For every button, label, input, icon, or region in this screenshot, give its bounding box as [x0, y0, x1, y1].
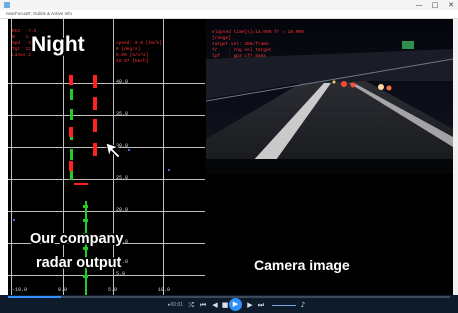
grid-line [8, 83, 205, 84]
radar-target-mark [74, 183, 88, 185]
window-title: nearFocusR: Oulink & Active Info [6, 11, 73, 16]
camera-label: Camera image [254, 257, 350, 273]
x-tick-label: -10.0 [12, 287, 28, 293]
radar-target-mark [93, 97, 97, 110]
y-tick-label: 40.0 [116, 79, 129, 85]
y-tick-label: 35.0 [116, 111, 129, 117]
maximize-button[interactable]: □ [428, 0, 442, 10]
grid-line [8, 211, 205, 212]
radar-target-mark [69, 161, 73, 171]
minimize-button[interactable]: — [412, 0, 426, 10]
radar-target-mark [93, 143, 97, 156]
ego-track-tick [83, 275, 88, 278]
vertical-scrollbar[interactable] [453, 19, 458, 295]
ego-track-tick [83, 247, 88, 250]
camera-view: elapsed time[s]=14.000 fr = 18.000 [rang… [206, 19, 453, 174]
lane-marker [70, 149, 73, 160]
radar-target-mark [93, 119, 97, 132]
grid-line [8, 115, 205, 116]
close-button[interactable]: ✕ [444, 0, 458, 10]
x-tick-label: 0.0 [58, 287, 68, 293]
night-label: Night [31, 33, 85, 56]
radar-target-mark [69, 127, 73, 137]
grid-line [11, 19, 12, 295]
lane-marker [70, 109, 73, 120]
media-player-controls: ▸00:01 ⤮ ⏮ ◀ ■ ▶ ▶ ⏭ ♪ [0, 295, 458, 313]
seek-bar-fill [8, 296, 62, 298]
grid-line [8, 275, 205, 276]
window-menubar: nearFocusR: Oulink & Active Info [0, 10, 458, 19]
radar-target-mark [69, 75, 73, 85]
forward-icon[interactable]: ▶ [245, 300, 255, 310]
radar-point [128, 149, 130, 151]
radar-info-text-right: speed: 0.0 [km/h] 0 [deg/s] 0.00 [m/s^2]… [116, 41, 162, 64]
radar-target-mark [93, 75, 97, 88]
radar-label-line1: Our company [30, 231, 124, 247]
arrow-cursor-icon [105, 142, 121, 159]
shuffle-icon[interactable]: ⤮ [186, 300, 196, 310]
next-icon[interactable]: ⏭ [256, 300, 266, 310]
camera-info-text: elapsed time[s]=14.000 fr = 18.000 [rang… [212, 30, 304, 59]
volume-slider[interactable] [272, 305, 296, 306]
grid-line [8, 179, 205, 180]
previous-icon[interactable]: ⏮ [198, 300, 208, 310]
grid-line [163, 19, 164, 295]
y-tick-label: 5.0 [116, 271, 126, 277]
radar-plot: 40.0 35.0 30.0 25.0 20.0 15.0 10.0 5.0 -… [8, 19, 205, 295]
seek-bar[interactable] [8, 296, 450, 298]
camera-blank-area [206, 174, 453, 295]
grid-line [63, 19, 64, 295]
app-icon [4, 2, 10, 8]
lane-marker [70, 89, 73, 100]
ego-track-tick [83, 205, 88, 208]
volume-icon[interactable]: ♪ [298, 300, 308, 310]
x-tick-label: 5.0 [108, 287, 118, 293]
radar-point [13, 219, 15, 221]
y-tick-label: 25.0 [116, 175, 129, 181]
rewind-icon[interactable]: ◀ [210, 300, 220, 310]
time-display: ▸00:01 [168, 302, 184, 308]
y-tick-label: 20.0 [116, 207, 129, 213]
play-icon[interactable]: ▶ [229, 298, 242, 311]
radar-label-line2: radar output [36, 255, 122, 271]
video-stage: 40.0 35.0 30.0 25.0 20.0 15.0 10.0 5.0 -… [8, 19, 453, 295]
x-tick-label: 10.0 [158, 287, 171, 293]
radar-point [168, 169, 170, 171]
ego-track-tick [83, 219, 88, 222]
